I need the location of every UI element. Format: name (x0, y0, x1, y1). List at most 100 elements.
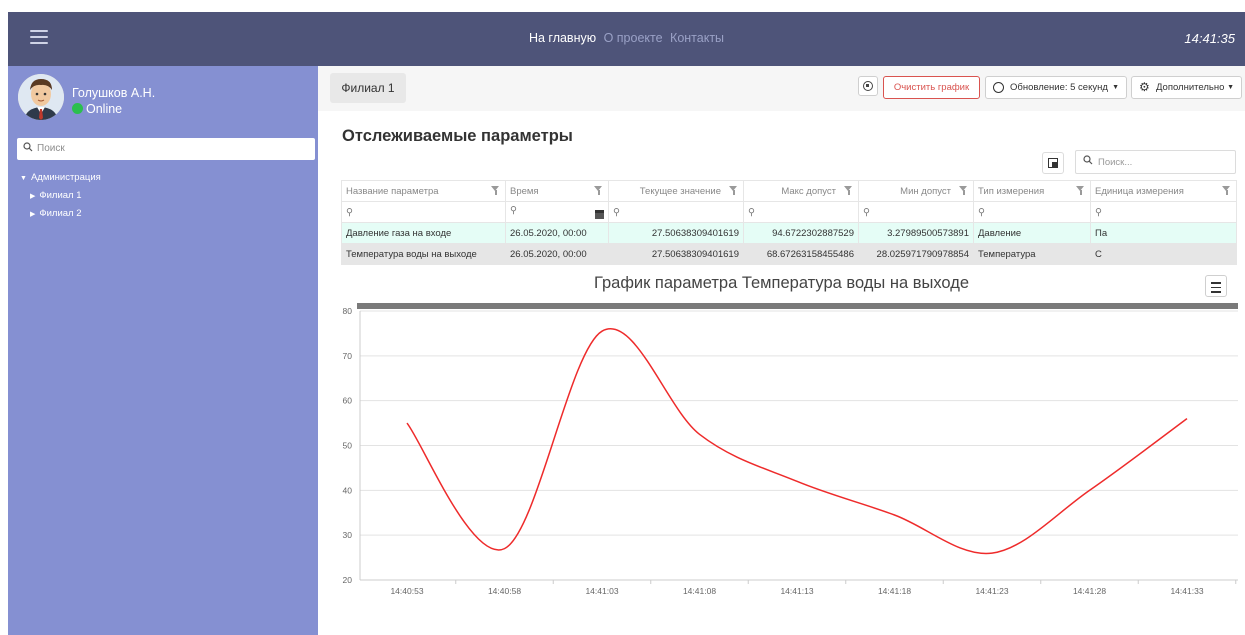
refresh-interval-label: Обновление: 5 секунд (1010, 82, 1108, 93)
y-tick-label: 20 (343, 575, 353, 585)
column-header[interactable]: Время (505, 180, 609, 202)
table-cell: 26.05.2020, 00:00 (505, 222, 609, 244)
column-header[interactable]: Единица измерения (1090, 180, 1237, 202)
sidebar-search-placeholder: Поиск (37, 143, 65, 154)
x-tick-label: 14:41:13 (780, 586, 813, 596)
column-header[interactable]: Название параметра (341, 180, 506, 202)
series-line (406, 328, 1188, 555)
search-icon (23, 142, 33, 155)
hamburger-icon-bar (1211, 282, 1221, 284)
search-icon: ⚲ (346, 206, 353, 218)
column-filter-input[interactable]: ⚲ (743, 201, 859, 223)
table-row[interactable]: Давление газа на входе 26.05.2020, 00:00… (341, 222, 1237, 244)
search-icon: ⚲ (978, 206, 985, 218)
column-header-label: Время (510, 185, 539, 197)
caret-right-icon: ▶ (30, 211, 36, 218)
top-nav: На главную О проекте Контакты (8, 31, 1245, 45)
tree-item-branch-1[interactable]: ▶ Филиал 1 (20, 187, 101, 205)
caret-down-icon: ▼ (1227, 84, 1234, 91)
status-label: Online (86, 102, 123, 116)
column-filter-input[interactable]: ⚲ (608, 201, 744, 223)
export-icon (1048, 158, 1058, 168)
search-icon: ⚲ (613, 206, 620, 218)
table-row[interactable]: Температура воды на выходе 26.05.2020, 0… (341, 243, 1237, 265)
tree-item-label: Администрация (30, 172, 101, 183)
table-cell: 26.05.2020, 00:00 (505, 243, 609, 265)
toolbar: Филиал 1 Очистить график Обновление: 5 с… (318, 66, 1245, 111)
x-tick-label: 14:41:33 (1170, 586, 1203, 596)
table-cell: Температура воды на выходе (341, 243, 506, 265)
caret-down-icon: ▼ (1112, 84, 1119, 91)
line-chart: 20 30 40 50 60 70 80 14:40:53 14:40:58 14:41:03 14… (343, 303, 1238, 596)
column-filter-input[interactable]: ⚲ (341, 201, 506, 223)
hamburger-icon-bar (1211, 291, 1221, 293)
table-cell: 28.025971790978854 (858, 243, 974, 265)
y-tick-label: 30 (343, 530, 353, 540)
y-tick-label: 80 (343, 306, 353, 316)
more-options-label: Дополнительно (1156, 82, 1225, 93)
table-cell: Давление газа на входе (341, 222, 506, 244)
app-root: На главную О проекте Контакты 14:41:35 Г… (0, 0, 1245, 635)
table-search-placeholder: Поиск... (1098, 157, 1133, 168)
sidebar-search-input[interactable]: Поиск (17, 138, 315, 160)
stop-button[interactable] (858, 76, 878, 96)
table-cell: 27.50638309401619 (608, 222, 744, 244)
calendar-icon[interactable] (595, 210, 604, 219)
y-tick-label: 70 (343, 351, 353, 361)
table-header-row: Название параметра Время Текущее значени… (341, 180, 1237, 202)
branch-tab[interactable]: Филиал 1 (330, 73, 406, 103)
online-status-icon (72, 103, 83, 114)
column-filter-input[interactable]: ⚲ (973, 201, 1091, 223)
table-cell: Давление (973, 222, 1091, 244)
y-tick-label: 40 (343, 485, 353, 495)
column-filter-input[interactable]: ⚲ (505, 201, 609, 223)
column-filter-input[interactable]: ⚲ (858, 201, 974, 223)
refresh-interval-dropdown[interactable]: Обновление: 5 секунд ▼ (985, 76, 1127, 99)
search-icon: ⚲ (748, 206, 755, 218)
x-tick-label: 14:41:18 (878, 586, 911, 596)
filter-icon[interactable] (594, 186, 603, 195)
table-cell: Температура (973, 243, 1091, 265)
search-icon (1083, 155, 1093, 168)
nav-about-link[interactable]: О проекте (604, 31, 663, 45)
caret-right-icon: ▶ (30, 193, 36, 200)
hamburger-icon-bar (1211, 286, 1221, 288)
clear-chart-button[interactable]: Очистить график (883, 76, 980, 99)
export-button[interactable] (1042, 152, 1064, 174)
tree-item-label: Филиал 1 (39, 190, 82, 201)
filter-icon[interactable] (729, 186, 738, 195)
table-cell: С (1090, 243, 1237, 265)
more-options-dropdown[interactable]: ⚙ Дополнительно ▼ (1131, 76, 1242, 99)
column-header[interactable]: Мин допуст (858, 180, 974, 202)
column-header[interactable]: Макс допуст (743, 180, 859, 202)
nav-contacts-link[interactable]: Контакты (670, 31, 724, 45)
tree-item-administration[interactable]: ▼ Администрация (20, 169, 101, 187)
x-tick-label: 14:41:28 (1073, 586, 1106, 596)
filter-icon[interactable] (844, 186, 853, 195)
stop-icon (863, 81, 873, 91)
table-cell: 3.27989500573891 (858, 222, 974, 244)
tree-nav: ▼ Администрация ▶ Филиал 1 ▶ Филиал 2 (20, 169, 101, 223)
sidebar: Голушков А.Н. Online Поиск ▼ Администраци… (8, 66, 318, 635)
filter-icon[interactable] (491, 186, 500, 195)
chart-menu-button[interactable] (1205, 275, 1227, 297)
y-tick-label: 50 (343, 441, 353, 451)
column-header[interactable]: Тип измерения (973, 180, 1091, 202)
filter-icon[interactable] (1222, 186, 1231, 195)
filter-icon[interactable] (959, 186, 968, 195)
nav-home-link[interactable]: На главную (529, 31, 596, 45)
chart-navigator-bar (357, 303, 1238, 309)
filter-icon[interactable] (1076, 186, 1085, 195)
tree-item-branch-2[interactable]: ▶ Филиал 2 (20, 205, 101, 223)
table-search-input[interactable]: Поиск... (1075, 150, 1236, 174)
user-status: Online (72, 102, 122, 116)
table-cell: 27.50638309401619 (608, 243, 744, 265)
user-name: Голушков А.Н. (72, 86, 156, 100)
column-header[interactable]: Текущее значение (608, 180, 744, 202)
table-cell: 94.6722302887529 (743, 222, 859, 244)
page-title: Отслеживаемые параметры (342, 127, 573, 145)
x-tick-label: 14:41:08 (683, 586, 716, 596)
column-filter-input[interactable]: ⚲ (1090, 201, 1237, 223)
search-icon: ⚲ (510, 205, 517, 216)
clock: 14:41:35 (1184, 31, 1235, 46)
